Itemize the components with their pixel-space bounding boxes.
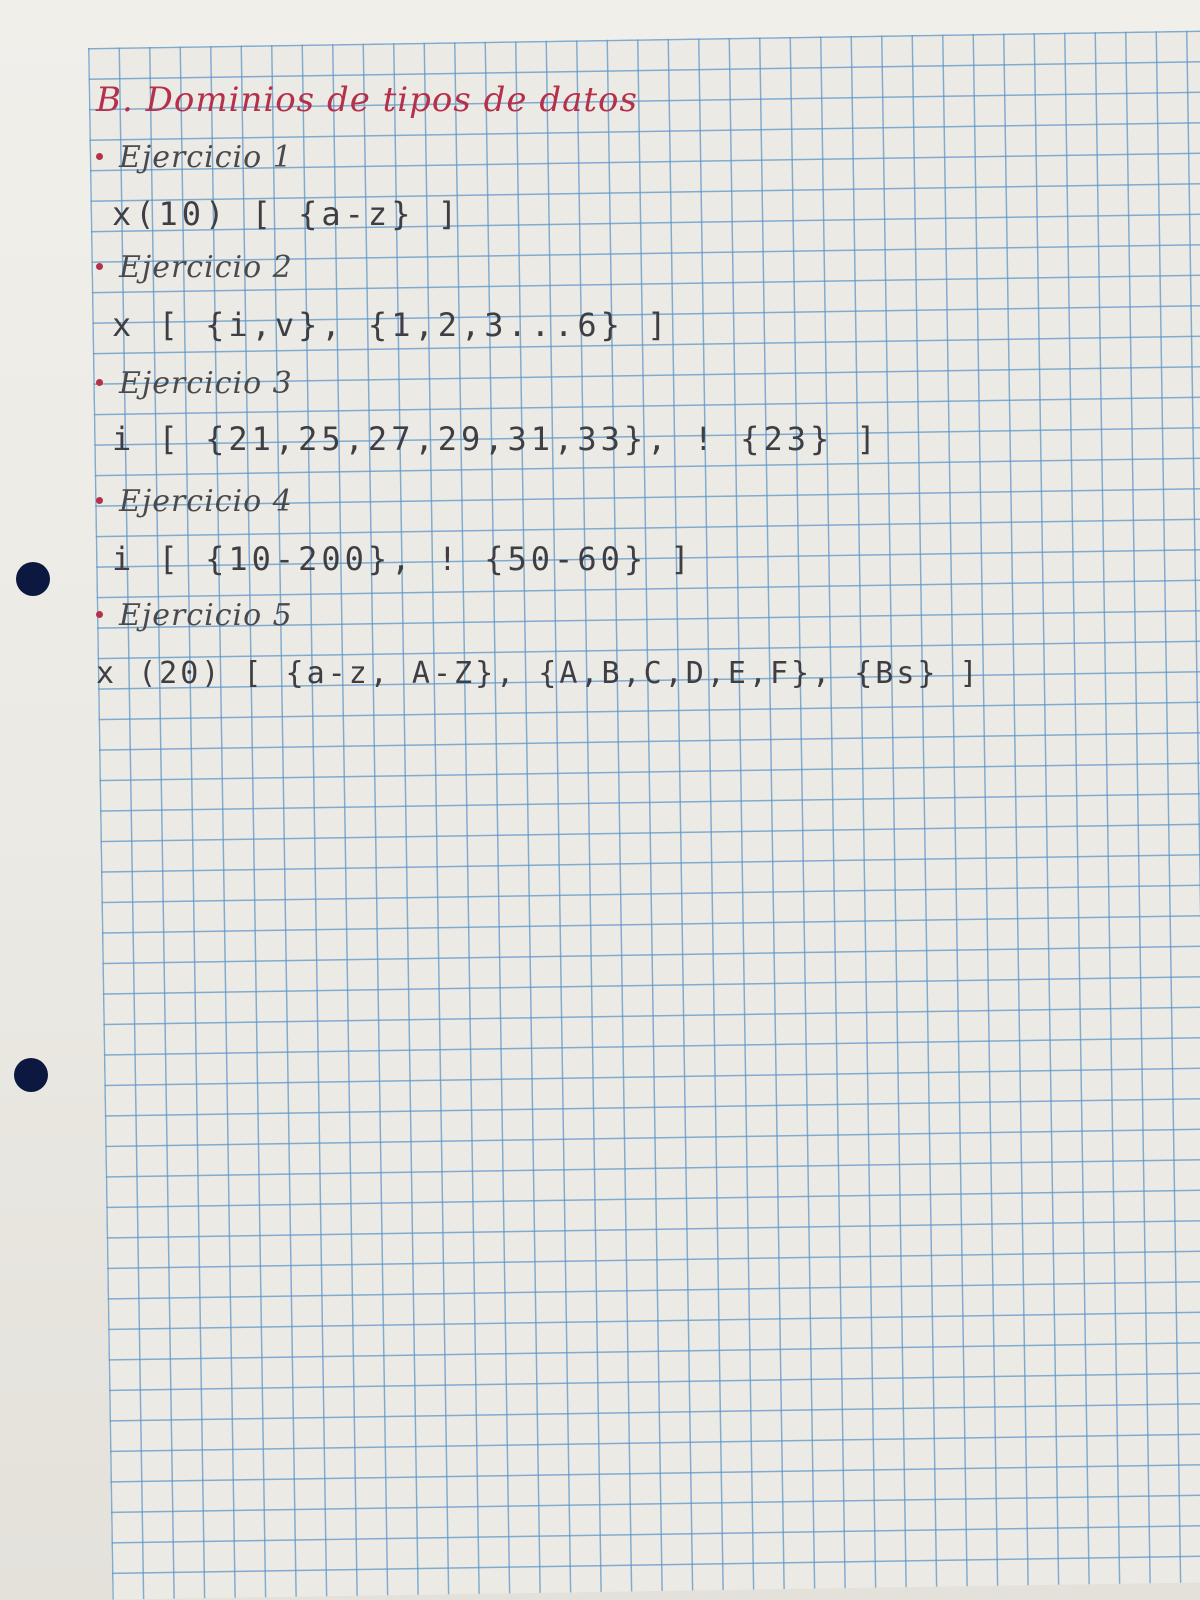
exercise-heading-2: Ejercicio 2 bbox=[96, 250, 293, 285]
page-title: B. Dominios de tipos de datos bbox=[96, 80, 638, 120]
exercise-formula-2: x [ {i,v}, {1,2,3...6} ] bbox=[112, 306, 671, 344]
bullet-icon bbox=[96, 496, 103, 504]
exercise-heading-3: Ejercicio 3 bbox=[96, 366, 293, 401]
exercise-heading-label: Ejercicio 4 bbox=[119, 484, 293, 519]
exercise-heading-label: Ejercicio 3 bbox=[119, 366, 293, 401]
exercise-heading-1: Ejercicio 1 bbox=[96, 140, 293, 175]
exercise-heading-label: Ejercicio 1 bbox=[119, 140, 293, 175]
exercise-heading-label: Ejercicio 2 bbox=[119, 250, 293, 285]
exercise-formula-4: i [ {10-200}, ! {50-60} ] bbox=[112, 540, 694, 578]
bullet-icon bbox=[96, 610, 103, 618]
exercise-heading-4: Ejercicio 4 bbox=[96, 484, 293, 519]
bullet-icon bbox=[96, 152, 103, 160]
bullet-icon bbox=[96, 262, 103, 270]
exercise-formula-5: x (20) [ {a-z, A-Z}, {A,B,C,D,E,F}, {Bs}… bbox=[96, 656, 981, 691]
exercise-heading-label: Ejercicio 5 bbox=[119, 598, 293, 633]
exercise-heading-5: Ejercicio 5 bbox=[96, 598, 293, 633]
exercise-formula-1: x(10) [ {a-z} ] bbox=[112, 195, 461, 233]
exercise-formula-3: i [ {21,25,27,29,31,33}, ! {23} ] bbox=[112, 420, 880, 458]
bullet-icon bbox=[96, 378, 103, 386]
handwritten-notes: B. Dominios de tipos de datos Ejercicio … bbox=[0, 0, 1200, 1600]
